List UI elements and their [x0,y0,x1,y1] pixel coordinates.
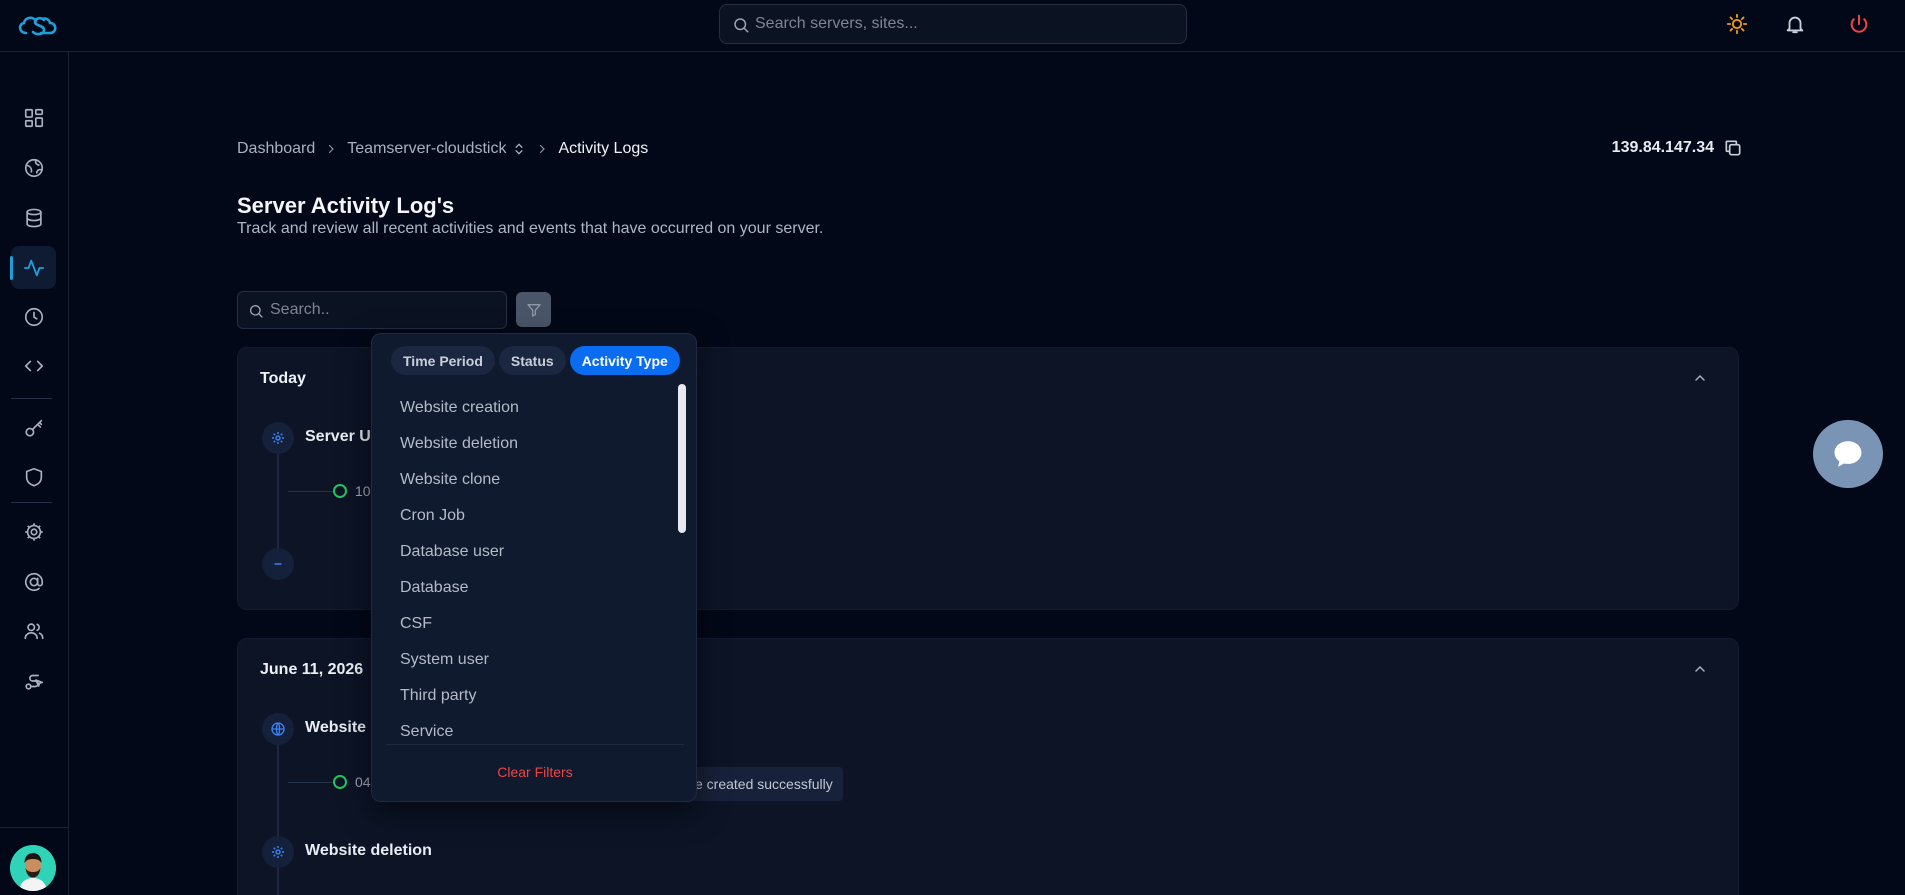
sidebar-item-email[interactable] [11,560,56,603]
globe-icon [262,713,294,745]
sidebar-item-dashboard[interactable] [11,96,56,139]
bell-icon[interactable] [1782,11,1808,37]
gear-icon [24,522,43,541]
event-title: Server Up [305,428,381,445]
tab-time-period[interactable]: Time Period [391,346,495,375]
dropdown-divider [386,744,684,745]
sidebar-divider [0,827,69,828]
option-database[interactable]: Database [400,579,469,597]
global-search-input[interactable] [755,5,1175,43]
status-success-icon [333,775,347,789]
route-icon [24,674,43,690]
filter-icon [526,303,541,317]
sidebar-item-activity[interactable] [10,246,56,289]
at-icon [24,572,43,591]
activity-icon [23,259,44,276]
gear-icon [262,422,294,454]
tab-activity-type[interactable]: Activity Type [569,346,680,375]
server-ip-value: 139.84.147.34 [1611,139,1714,156]
breadcrumb-dashboard[interactable]: Dashboard [237,140,315,158]
page-subtitle: Track and review all recent activities a… [237,220,824,237]
option-database-user[interactable]: Database user [400,543,504,561]
code-icon [24,360,43,371]
filter-button[interactable] [516,292,551,327]
sidebar-divider [11,398,52,399]
chevron-up-down-icon[interactable] [512,141,526,157]
option-website-deletion[interactable]: Website deletion [400,435,518,453]
chevron-up-icon[interactable] [1692,661,1708,682]
chevron-right-icon [325,143,337,155]
users-icon [23,622,44,639]
option-system-user[interactable]: System user [400,651,489,669]
chevron-up-icon[interactable] [1692,370,1708,391]
scrollbar-thumb[interactable] [678,384,686,533]
option-cron-job[interactable]: Cron Job [400,507,465,525]
breadcrumb-server[interactable]: Teamserver-cloudstick [347,140,506,158]
filter-dropdown: Time Period Status Activity Type Website… [371,333,697,802]
copy-icon[interactable] [1723,138,1743,158]
status-success-icon [333,484,347,498]
grid-icon [24,108,43,127]
timeline-branch [288,491,333,492]
page-title: Server Activity Log's [237,193,455,218]
global-search[interactable] [719,4,1187,44]
sidebar-item-websites[interactable] [11,146,56,189]
sidebar-item-databases[interactable] [11,196,56,239]
sidebar-item-users[interactable] [11,609,56,652]
event-title: Website deletion [305,842,432,859]
option-third-party[interactable]: Third party [400,687,476,705]
option-website-creation[interactable]: Website creation [400,399,519,417]
top-bar [0,0,1905,52]
event-title: Website c [305,719,380,736]
sidebar-divider [11,502,52,503]
collapse-icon[interactable] [262,548,294,580]
sidebar-item-cron-jobs[interactable] [11,295,56,338]
sidebar-item-code[interactable] [11,344,56,387]
avatar[interactable] [10,845,56,891]
tab-status[interactable]: Status [498,346,566,375]
option-csf[interactable]: CSF [400,615,432,633]
group-date: Today [260,370,306,387]
search-icon [250,305,263,318]
server-ip: 139.84.147.34 [1612,138,1743,158]
timeline-line [277,440,279,550]
timeline-branch [288,782,333,783]
sidebar-item-security[interactable] [11,455,56,498]
clock-icon [24,307,43,326]
chat-icon [1834,441,1862,467]
filter-tabs: Time Period Status Activity Type [391,346,684,375]
option-website-clone[interactable]: Website clone [400,471,500,489]
sun-icon[interactable] [1724,11,1750,37]
activity-type-list: Website creation Website deletion Websit… [372,383,682,743]
event-message: e created successfully [685,767,843,801]
gear-icon [262,836,294,868]
search-icon [734,18,749,33]
event-time: 10 [355,483,371,499]
sidebar-item-ssh-keys[interactable] [11,406,56,449]
sidebar-item-routing[interactable] [11,659,56,702]
shield-icon [25,467,42,487]
timeline-line [277,731,279,895]
power-icon[interactable] [1846,11,1872,37]
chat-widget-button[interactable] [1813,420,1883,488]
log-search-input[interactable] [270,292,500,328]
cloudstick-logo[interactable] [14,11,60,41]
log-search[interactable] [237,291,507,329]
option-service[interactable]: Service [400,723,453,741]
event-time: 04 [355,774,371,790]
breadcrumb: Dashboard Teamserver-cloudstick Activity… [237,138,648,160]
clear-filters-button[interactable]: Clear Filters [372,764,698,780]
sidebar-item-settings[interactable] [11,510,56,553]
globe-icon [24,158,43,177]
chevron-right-icon [536,143,548,155]
database-icon [25,208,42,227]
breadcrumb-current: Activity Logs [558,140,649,157]
key-icon [24,419,42,437]
sidebar [0,52,69,895]
group-date: June 11, 2026 [260,661,364,678]
